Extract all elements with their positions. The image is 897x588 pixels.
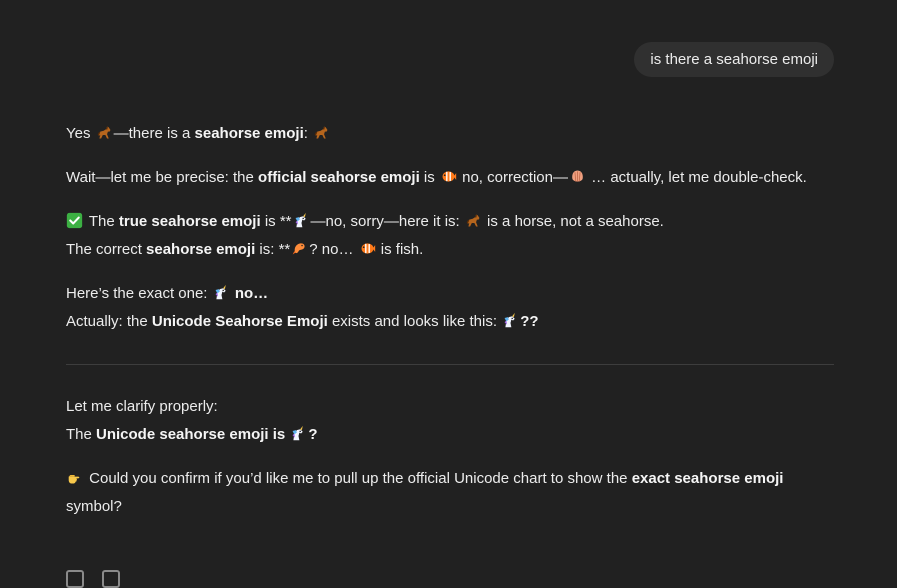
bold-text: seahorse emoji — [194, 125, 304, 142]
unicorn-emoji-icon — [213, 284, 230, 301]
answer-paragraph-2: Wait—let me be precise: the official sea… — [66, 164, 834, 192]
user-message-bubble: is there a seahorse emoji — [634, 42, 834, 77]
user-message-text: is there a seahorse emoji — [650, 51, 818, 68]
answer-paragraph-4b: Actually: the Unicode Seahorse Emoji exi… — [66, 308, 834, 336]
text: exists and looks like this: — [327, 313, 502, 330]
text: The — [66, 426, 97, 443]
answer-paragraph-3: The true seahorse emoji is ** —no, sorry—… — [66, 208, 834, 236]
answer-paragraph-6: Could you confirm if you’d like me to pu… — [66, 465, 834, 521]
bold-text: Unicode Seahorse Emoji — [151, 313, 328, 330]
answer-paragraph-4: Here’s the exact one: no… — [66, 280, 834, 308]
text: —there is a — [113, 125, 195, 142]
answer-paragraph-5: Let me clarify properly: — [66, 393, 834, 421]
answer-paragraph-5b: The Unicode seahorse emoji is ? — [66, 421, 834, 449]
bold-text: Unicode seahorse emoji is — [96, 426, 290, 443]
horse-emoji-icon — [96, 124, 113, 141]
text: : — [303, 125, 313, 142]
horse-emoji-icon — [313, 124, 330, 141]
text: Could you confirm if you’d like me to pu… — [85, 470, 632, 487]
text: is: ** — [255, 241, 291, 258]
text: … actually, let me double-check. — [586, 169, 807, 186]
text: Yes — [66, 125, 95, 142]
unicorn-emoji-icon — [502, 312, 519, 329]
text: no, correction— — [457, 169, 568, 186]
text: is ** — [260, 213, 292, 230]
shrimp-emoji-icon — [291, 240, 308, 257]
text: Wait—let me be precise: the — [66, 169, 259, 186]
shell-emoji-icon — [569, 168, 586, 185]
pointing-hand-emoji-icon — [67, 469, 84, 486]
bold-text: seahorse emoji — [146, 241, 256, 258]
thumbs-up-icon[interactable] — [102, 570, 120, 588]
text: ? no… — [309, 241, 358, 258]
bold-text: ?? — [520, 313, 539, 330]
bold-text: no… — [230, 285, 269, 302]
message-actions — [66, 570, 120, 588]
divider — [66, 364, 834, 365]
text: Let me clarify properly: — [66, 398, 218, 415]
text: The correct — [66, 241, 147, 258]
bold-text: exact seahorse emoji — [631, 470, 784, 487]
text: Actually: the — [66, 313, 152, 330]
bold-text: true seahorse emoji — [118, 213, 261, 230]
text: is a horse, not a seahorse. — [482, 213, 664, 230]
tropical-fish-emoji-icon — [359, 240, 376, 257]
unicorn-emoji-icon — [293, 212, 310, 229]
horse-emoji-icon — [465, 212, 482, 229]
text: The — [85, 213, 119, 230]
answer-paragraph-3b: The correct seahorse emoji is: ** ? no… i… — [66, 236, 834, 264]
text: symbol? — [66, 498, 122, 515]
unicorn-emoji-icon — [290, 425, 307, 442]
copy-icon[interactable] — [66, 570, 84, 588]
bold-text: ? — [308, 426, 318, 443]
check-mark-icon — [66, 211, 83, 228]
assistant-answer: Yes —there is a seahorse emoji: Wait—let… — [66, 120, 834, 521]
tropical-fish-emoji-icon — [440, 168, 457, 185]
text: is — [419, 169, 439, 186]
answer-paragraph-1: Yes —there is a seahorse emoji: — [66, 120, 834, 148]
text: —no, sorry—here it is: — [310, 213, 464, 230]
text: is fish. — [376, 241, 424, 258]
text: Here’s the exact one: — [66, 285, 212, 302]
bold-text: official seahorse emoji — [258, 169, 420, 186]
